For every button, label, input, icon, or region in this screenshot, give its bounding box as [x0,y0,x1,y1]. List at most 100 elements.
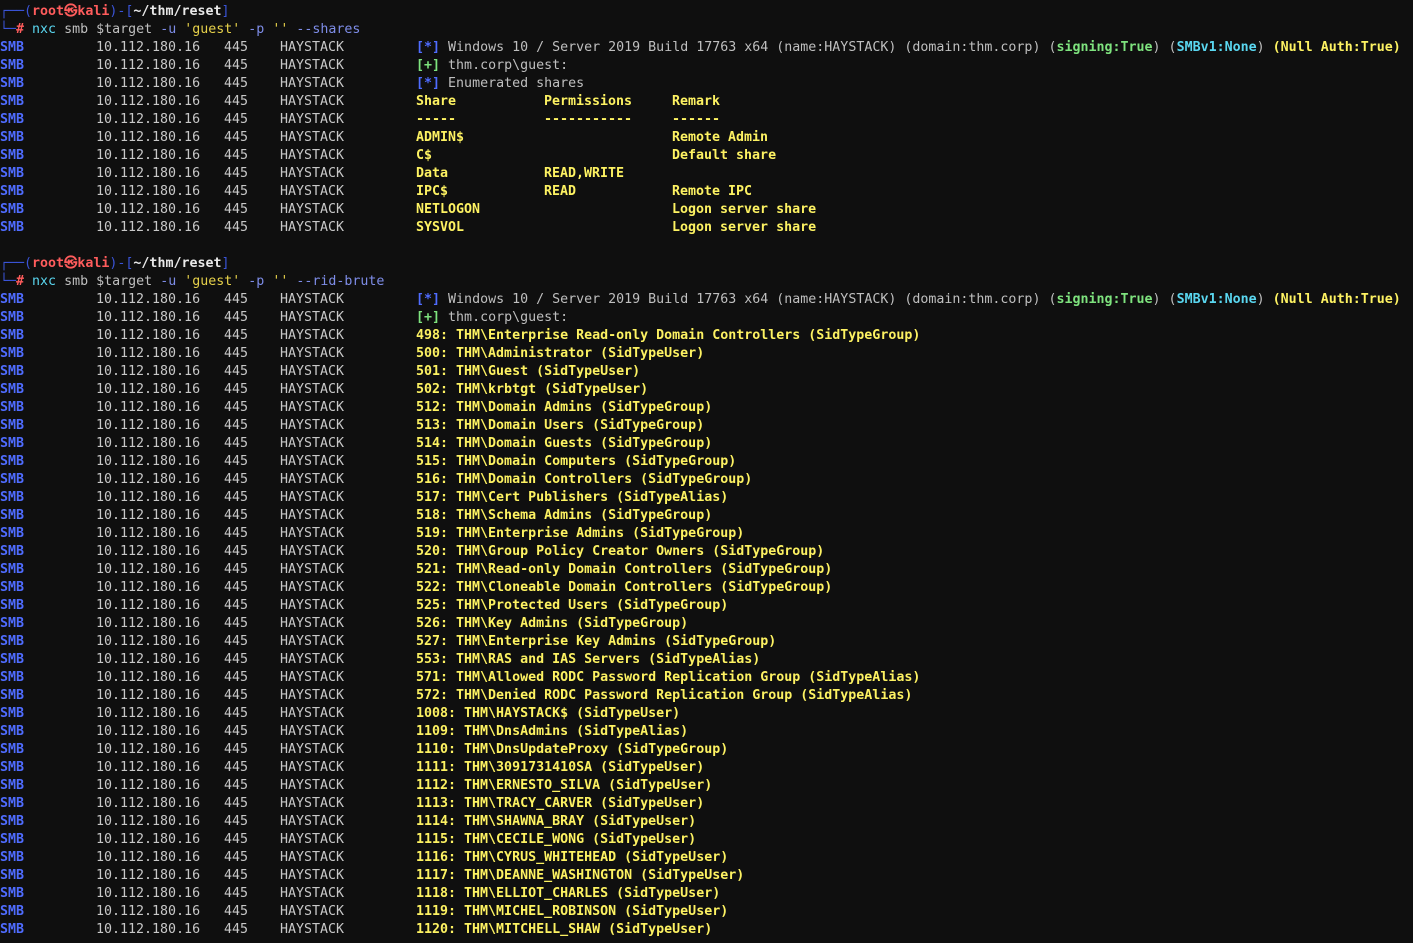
port-number: 445 [224,292,249,307]
info-marker: [*] [416,40,441,55]
host-name: HAYSTACK [280,220,345,235]
host-name: HAYSTACK [280,400,345,415]
port-number: 445 [224,418,249,433]
host-name: HAYSTACK [280,760,345,775]
row-message: 1119: THM\MICHEL_ROBINSON (SidTypeUser) [416,903,728,921]
row-message: 514: THM\Domain Guests (SidTypeGroup) [416,435,712,453]
terminal-window[interactable]: ┌──(root㉿kali)-[~/thm/reset] └─# nxc smb … [0,0,1413,943]
port-number: 445 [224,562,249,577]
rid-entry: 517: THM\Cert Publishers (SidTypeAlias) [416,490,729,505]
protocol-label: SMB [0,652,25,667]
output-row: SMB 10.112.180.16 445 HAYSTACK 1113: THM\TRA… [0,795,1413,813]
ip-address: 10.112.180.16 [96,814,201,829]
share-row-remark: Logon server share [672,220,817,235]
prompt-path: ~/thm/reset [133,256,222,271]
share-row-share: Data [416,166,449,181]
rid-entry: 571: THM\Allowed RODC Password Replicati… [416,670,921,685]
host-name: HAYSTACK [280,652,345,667]
info-marker: [*] [416,292,441,307]
prompt-frame: ┌──( [0,4,33,19]
host-name: HAYSTACK [280,130,345,145]
rid-entry: 500: THM\Administrator (SidTypeUser) [416,346,705,361]
ip-address: 10.112.180.16 [96,580,201,595]
ip-address: 10.112.180.16 [96,364,201,379]
rid-entry: 1115: THM\CECILE_WONG (SidTypeUser) [416,832,697,847]
output-row: SMB 10.112.180.16 445 HAYSTACK [+] thm.corp\… [0,309,1413,327]
host-name: HAYSTACK [280,454,345,469]
row-message: 1118: THM\ELLIOT_CHARLES (SidTypeUser) [416,885,720,903]
host-name: HAYSTACK [280,58,345,73]
ip-address: 10.112.180.16 [96,94,201,109]
protocol-label: SMB [0,832,25,847]
ip-address: 10.112.180.16 [96,148,201,163]
enum-label: Enumerated shares [448,76,585,91]
prompt-frame: ] [221,4,230,19]
protocol-label: SMB [0,760,25,775]
protocol-label: SMB [0,310,25,325]
command-binary: nxc [32,22,57,37]
port-number: 445 [224,490,249,505]
port-number: 445 [224,382,249,397]
row-message: [*] Enumerated shares [416,75,584,93]
output-row: SMB 10.112.180.16 445 HAYSTACK 553: THM\RAS … [0,651,1413,669]
host-name: HAYSTACK [280,166,345,181]
host-name: HAYSTACK [280,850,345,865]
command-sub: smb [64,22,89,37]
prompt-frame: ┌──( [0,256,33,271]
ip-address: 10.112.180.16 [96,58,201,73]
output-row: SMB 10.112.180.16 445 HAYSTACK 502: THM\krbt… [0,381,1413,399]
command-target: $target [96,22,153,37]
row-message: 1109: THM\DnsAdmins (SidTypeAlias) [416,723,688,741]
port-number: 445 [224,760,249,775]
command-flag: -p [248,274,265,289]
row-message: 516: THM\Domain Controllers (SidTypeGrou… [416,471,752,489]
host-name: HAYSTACK [280,634,345,649]
protocol-label: SMB [0,40,25,55]
port-number: 445 [224,220,249,235]
output-row: SMB 10.112.180.16 445 HAYSTACK ----- --------… [0,111,1413,129]
port-number: 445 [224,436,249,451]
ip-address: 10.112.180.16 [96,436,201,451]
ip-address: 10.112.180.16 [96,184,201,199]
output-row: SMB 10.112.180.16 445 HAYSTACK [+] thm.corp\… [0,57,1413,75]
prompt-host: kali [77,4,110,19]
rid-entry: 1113: THM\TRACY_CARVER (SidTypeUser) [416,796,705,811]
protocol-label: SMB [0,400,25,415]
ip-address: 10.112.180.16 [96,400,201,415]
port-number: 445 [224,742,249,757]
port-number: 445 [224,922,249,937]
protocol-label: SMB [0,472,25,487]
output-row: SMB 10.112.180.16 445 HAYSTACK 520: THM\Grou… [0,543,1413,561]
ip-address: 10.112.180.16 [96,418,201,433]
protocol-label: SMB [0,742,25,757]
protocol-label: SMB [0,382,25,397]
ip-address: 10.112.180.16 [96,328,201,343]
protocol-label: SMB [0,598,25,613]
protocol-label: SMB [0,850,25,865]
output-row: SMB 10.112.180.16 445 HAYSTACK 498: THM\Ente… [0,327,1413,345]
ip-address: 10.112.180.16 [96,76,201,91]
share-row-share: C$ [416,148,433,163]
skull-icon: ㉿ [64,256,78,271]
row-message: [*] Windows 10 / Server 2019 Build 17763… [416,292,1401,307]
port-number: 445 [224,202,249,217]
host-name: HAYSTACK [280,904,345,919]
prompt-frame: └─ [0,22,17,37]
rid-entry: 521: THM\Read-only Domain Controllers (S… [416,562,833,577]
host-name: HAYSTACK [280,616,345,631]
output-row: SMB 10.112.180.16 445 HAYSTACK 500: THM\Admi… [0,345,1413,363]
rid-entry: 525: THM\Protected Users (SidTypeGroup) [416,598,729,613]
row-message: 1115: THM\CECILE_WONG (SidTypeUser) [416,831,696,849]
port-number: 445 [224,652,249,667]
host-name: HAYSTACK [280,184,345,199]
share-header-permissions: Permissions [544,94,633,109]
ip-address: 10.112.180.16 [96,310,201,325]
protocol-label: SMB [0,94,25,109]
row-message: 525: THM\Protected Users (SidTypeGroup) [416,597,728,615]
ip-address: 10.112.180.16 [96,688,201,703]
rid-entry: 1118: THM\ELLIOT_CHARLES (SidTypeUser) [416,886,721,901]
share-row-remark: Remote IPC [672,184,753,199]
row-message: 515: THM\Domain Computers (SidTypeGroup) [416,453,736,471]
rid-entry: 572: THM\Denied RODC Password Replicatio… [416,688,913,703]
port-number: 445 [224,724,249,739]
